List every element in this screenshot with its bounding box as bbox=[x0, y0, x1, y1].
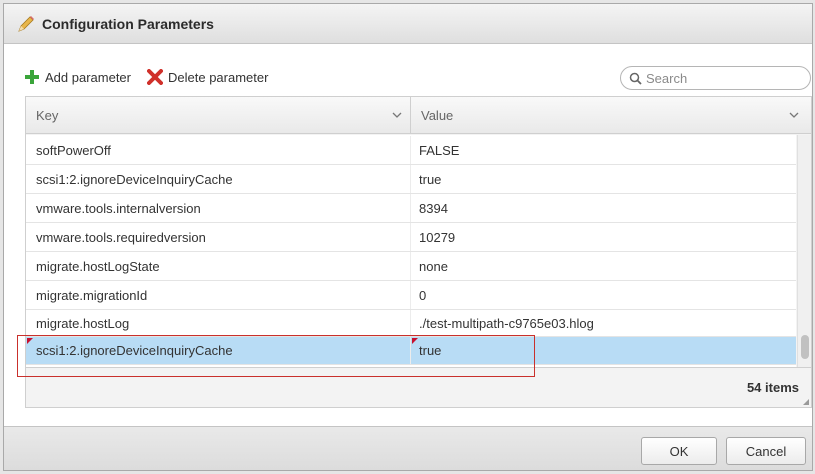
scrollbar-thumb[interactable] bbox=[801, 335, 809, 359]
row-value: 8394 bbox=[419, 200, 448, 216]
grid-footer: 54 items bbox=[26, 367, 811, 407]
row-value: 0 bbox=[419, 287, 427, 303]
column-value-label: Value bbox=[421, 108, 454, 123]
grid-rows: softPowerOff FALSE scsi1:2.ignoreDeviceI… bbox=[26, 135, 796, 367]
table-row[interactable]: vmware.tools.requiredversion 10279 bbox=[26, 223, 796, 252]
cancel-button[interactable]: Cancel bbox=[726, 437, 806, 465]
resize-grip-icon[interactable] bbox=[803, 399, 809, 405]
table-row[interactable]: migrate.hostLog ./test-multipath-c9765e0… bbox=[26, 310, 796, 337]
row-value: none bbox=[419, 258, 448, 274]
delete-parameter-label: Delete parameter bbox=[168, 69, 269, 85]
table-row[interactable]: migrate.hostLogState none bbox=[26, 252, 796, 281]
column-header-key[interactable]: Key bbox=[26, 97, 411, 134]
search-input[interactable] bbox=[646, 70, 796, 86]
row-key: scsi1:2.ignoreDeviceInquiryCache bbox=[26, 165, 411, 193]
vertical-scrollbar[interactable] bbox=[797, 135, 811, 367]
pencil-icon bbox=[18, 15, 34, 32]
row-value: true bbox=[411, 337, 796, 364]
chevron-down-icon[interactable] bbox=[789, 111, 799, 119]
ok-button[interactable]: OK bbox=[641, 437, 717, 465]
chevron-down-icon[interactable] bbox=[392, 111, 402, 119]
modified-marker bbox=[27, 338, 33, 344]
table-row-selected[interactable]: scsi1:2.ignoreDeviceInquiryCache true bbox=[26, 337, 796, 365]
row-key: migrate.hostLogState bbox=[26, 252, 411, 280]
green-plus-icon bbox=[25, 70, 39, 84]
row-value: true bbox=[419, 171, 442, 187]
row-key: migrate.migrationId bbox=[26, 281, 411, 309]
row-value: ./test-multipath-c9765e03.hlog bbox=[419, 315, 594, 331]
column-key-label: Key bbox=[36, 108, 59, 123]
red-x-icon bbox=[147, 69, 163, 85]
row-value: FALSE bbox=[419, 142, 460, 158]
dialog-footer: OK Cancel bbox=[4, 426, 812, 470]
dialog-title-bar: Configuration Parameters bbox=[4, 4, 812, 44]
row-key: migrate.hostLog bbox=[26, 310, 411, 336]
row-value: 10279 bbox=[419, 229, 456, 245]
item-count: 54 items bbox=[746, 380, 799, 395]
search-box bbox=[620, 66, 811, 90]
magnifier-icon bbox=[629, 72, 642, 85]
delete-parameter-button[interactable]: Delete parameter bbox=[147, 69, 268, 85]
row-key: vmware.tools.internalversion bbox=[26, 194, 411, 222]
dialog-title: Configuration Parameters bbox=[42, 15, 214, 32]
row-key-text: scsi1:2.ignoreDeviceInquiryCache bbox=[36, 343, 233, 358]
parameters-grid: Key Value softPowerOff FALSE scsi1:2.ign… bbox=[25, 96, 812, 408]
table-row[interactable]: softPowerOff FALSE bbox=[26, 136, 796, 165]
configuration-parameters-dialog: Configuration Parameters Add parameter D… bbox=[3, 3, 813, 471]
table-row[interactable]: vmware.tools.internalversion 8394 bbox=[26, 194, 796, 223]
add-parameter-label: Add parameter bbox=[45, 69, 131, 85]
modified-marker bbox=[412, 338, 418, 344]
row-key: softPowerOff bbox=[26, 136, 411, 164]
add-parameter-button[interactable]: Add parameter bbox=[24, 69, 131, 85]
table-row[interactable]: migrate.migrationId 0 bbox=[26, 281, 796, 310]
row-key: scsi1:2.ignoreDeviceInquiryCache bbox=[26, 337, 411, 364]
row-key: vmware.tools.requiredversion bbox=[26, 223, 411, 251]
column-header-value[interactable]: Value bbox=[411, 97, 811, 134]
row-value-text: true bbox=[419, 343, 442, 358]
table-row[interactable]: scsi1:2.ignoreDeviceInquiryCache true bbox=[26, 165, 796, 194]
grid-header: Key Value bbox=[26, 97, 811, 134]
